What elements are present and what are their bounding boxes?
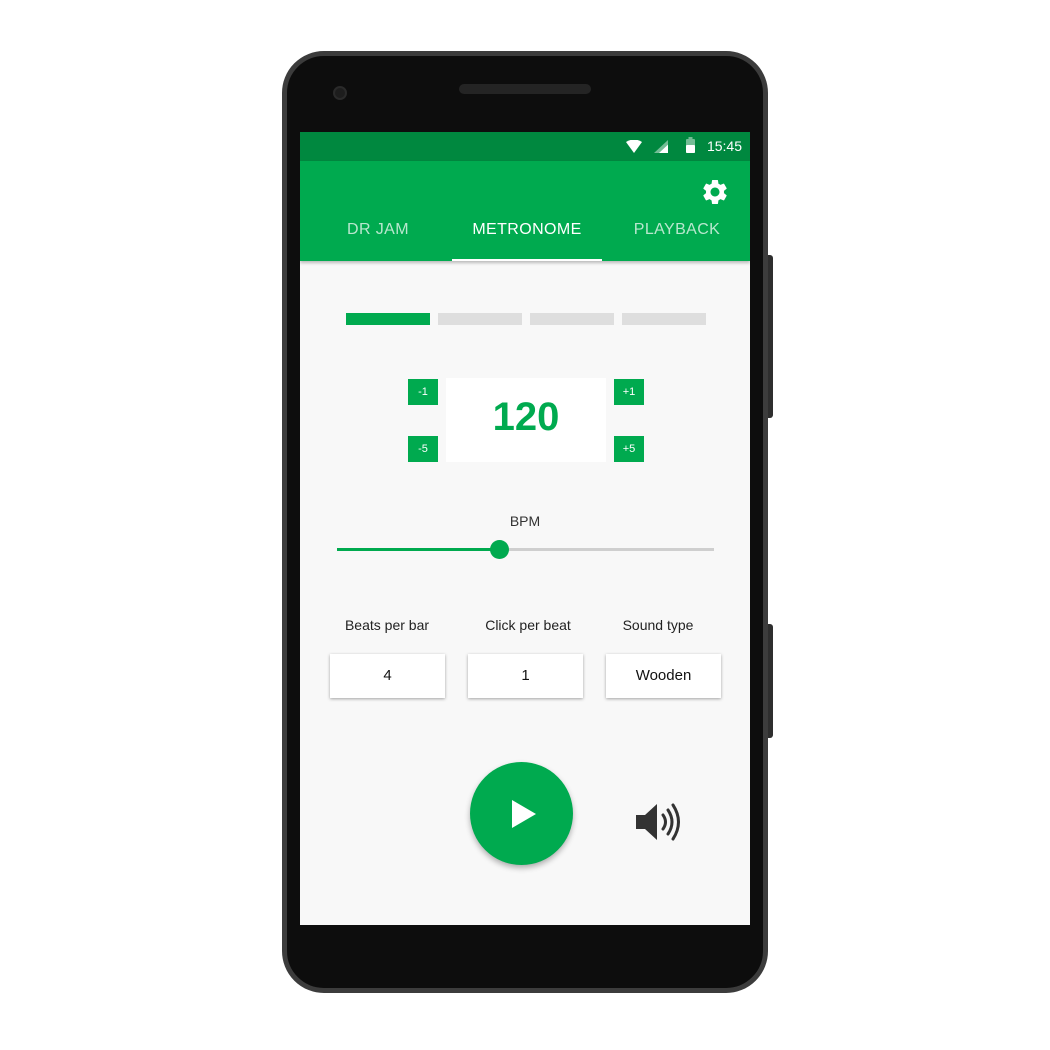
battery-icon (686, 137, 695, 153)
tab-label: DR JAM (347, 221, 409, 238)
power-button (768, 624, 773, 738)
beat-bar (438, 313, 522, 325)
bpm-plus-1-button[interactable]: +1 (614, 379, 644, 405)
play-button[interactable] (470, 762, 573, 865)
click-per-beat-label: Click per beat (485, 617, 571, 633)
bpm-slider[interactable] (337, 540, 714, 559)
bpm-display: 120 (446, 378, 606, 462)
bpm-plus-5-button[interactable]: +5 (614, 436, 644, 462)
beat-bar (530, 313, 614, 325)
bpm-value: 120 (492, 395, 560, 439)
volume-rocker (768, 255, 773, 418)
signal-icon (654, 140, 668, 153)
app-screen: 15:45 DR JAM METRONOME PLAYBACK 120 -1 -… (300, 132, 750, 925)
bpm-minus-1-button[interactable]: -1 (408, 379, 438, 405)
earpiece-speaker (459, 84, 591, 94)
tab-dr-jam[interactable]: DR JAM (303, 221, 453, 261)
tab-label: PLAYBACK (633, 221, 721, 238)
gear-icon[interactable] (700, 177, 730, 207)
volume-icon[interactable] (634, 800, 686, 844)
beat-bar (346, 313, 430, 325)
slider-thumb[interactable] (490, 540, 510, 559)
click-per-beat-select[interactable]: 1 (468, 654, 583, 698)
bpm-minus-5-button[interactable]: -5 (408, 436, 438, 462)
wifi-icon (626, 140, 642, 153)
bpm-label: BPM (509, 513, 541, 529)
app-bar: DR JAM METRONOME PLAYBACK (300, 161, 750, 261)
play-icon (512, 800, 536, 828)
tab-playback[interactable]: PLAYBACK (602, 221, 750, 261)
tab-metronome[interactable]: METRONOME (452, 221, 602, 261)
beats-per-bar-label: Beats per bar (344, 617, 430, 633)
front-camera (333, 86, 347, 100)
active-tab-indicator (452, 259, 602, 261)
tab-label: METRONOME (472, 221, 582, 238)
beats-per-bar-select[interactable]: 4 (330, 654, 445, 698)
status-bar: 15:45 (300, 132, 750, 161)
slider-fill (337, 548, 500, 551)
beat-bar (622, 313, 706, 325)
status-time: 15:45 (706, 138, 742, 154)
sound-type-label: Sound type (622, 617, 694, 633)
sound-type-select[interactable]: Wooden (606, 654, 721, 698)
